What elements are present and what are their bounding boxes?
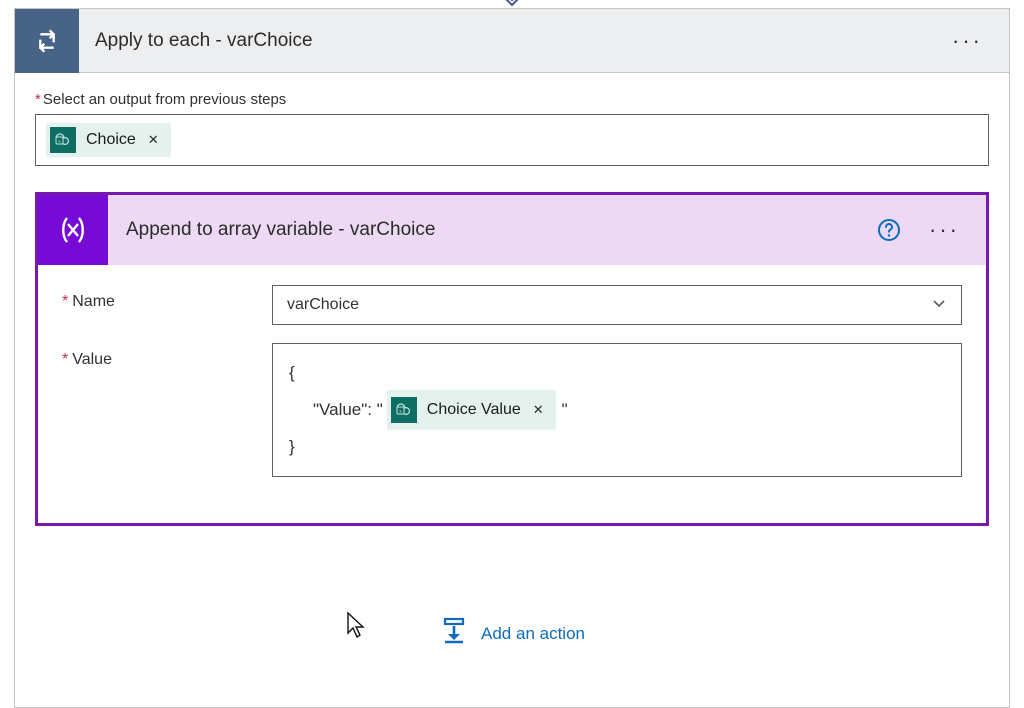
add-action-label: Add an action bbox=[481, 624, 585, 644]
apply-to-each-title: Apply to each - varChoice bbox=[95, 30, 944, 52]
loop-icon bbox=[15, 9, 79, 73]
value-line-1: { bbox=[289, 356, 945, 390]
token-choice-value-label: Choice Value bbox=[427, 394, 521, 426]
select-output-label: *Select an output from previous steps bbox=[35, 91, 989, 108]
apply-to-each-card: Apply to each - varChoice ··· *Select an… bbox=[14, 8, 1010, 708]
sharepoint-icon: s bbox=[50, 127, 76, 153]
cursor-icon bbox=[345, 611, 369, 639]
name-label: *Name bbox=[62, 285, 272, 311]
append-to-array-title: Append to array variable - varChoice bbox=[126, 219, 875, 241]
append-to-array-menu-button[interactable]: ··· bbox=[921, 213, 968, 247]
append-to-array-card: Append to array variable - varChoice ··· bbox=[35, 192, 989, 526]
append-to-array-header[interactable]: Append to array variable - varChoice ··· bbox=[38, 195, 986, 265]
token-choice[interactable]: s Choice ✕ bbox=[46, 123, 171, 157]
value-input[interactable]: { "Value": " bbox=[272, 343, 962, 477]
token-choice-label: Choice bbox=[86, 131, 136, 149]
select-output-input[interactable]: s Choice ✕ bbox=[35, 114, 989, 166]
value-line-3: } bbox=[289, 430, 945, 464]
apply-to-each-menu-button[interactable]: ··· bbox=[944, 24, 991, 58]
svg-text:s: s bbox=[58, 139, 60, 145]
apply-to-each-header[interactable]: Apply to each - varChoice ··· bbox=[15, 9, 1009, 73]
help-button[interactable] bbox=[875, 216, 903, 244]
variable-icon bbox=[38, 195, 108, 265]
name-dropdown[interactable]: varChoice bbox=[272, 285, 962, 325]
value-label: *Value bbox=[62, 343, 272, 369]
add-action-button[interactable]: Add an action bbox=[439, 616, 585, 651]
add-action-icon bbox=[439, 616, 469, 651]
token-choice-value[interactable]: s Choice Value ✕ bbox=[387, 390, 556, 430]
svg-text:s: s bbox=[399, 409, 401, 415]
token-choice-remove[interactable]: ✕ bbox=[146, 132, 161, 148]
chevron-down-icon bbox=[931, 295, 947, 316]
name-dropdown-value: varChoice bbox=[287, 296, 359, 314]
flow-arrow-top bbox=[0, 0, 1024, 8]
token-choice-value-remove[interactable]: ✕ bbox=[531, 397, 546, 423]
value-line-2: "Value": " s bbox=[289, 390, 945, 430]
sharepoint-icon: s bbox=[391, 397, 417, 423]
